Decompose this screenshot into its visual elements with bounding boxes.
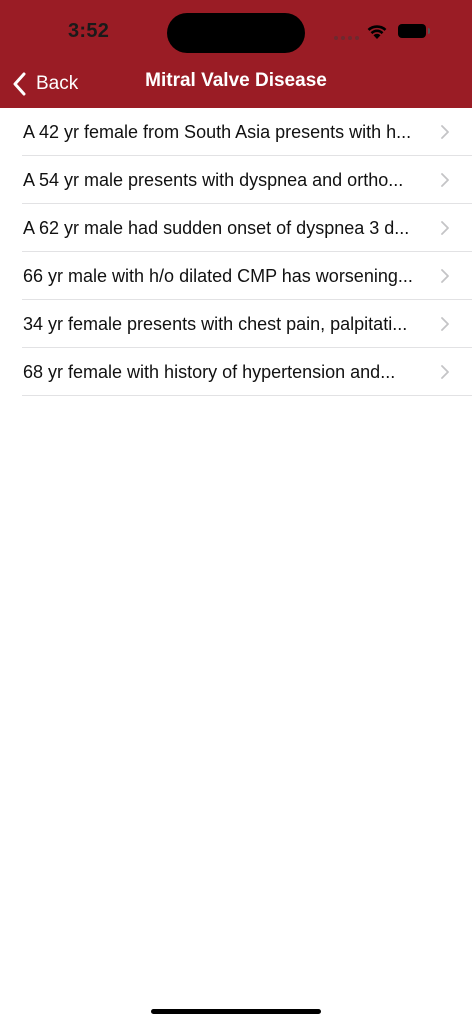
chevron-right-icon [441, 173, 449, 187]
list-item[interactable]: 34 yr female presents with chest pain, p… [0, 300, 472, 348]
list-item[interactable]: A 42 yr female from South Asia presents … [0, 108, 472, 156]
back-label: Back [36, 73, 79, 94]
dynamic-island [167, 13, 305, 53]
list-item-label: 66 yr male with h/o dilated CMP has wors… [23, 265, 413, 286]
chevron-right-icon [441, 317, 449, 331]
chevron-right-icon [441, 125, 449, 139]
home-indicator[interactable] [151, 1009, 321, 1014]
back-button[interactable]: Back [12, 68, 78, 100]
screen: 3:52 Back Mitral Valve Disease A 42 yr f… [0, 0, 472, 1024]
battery-icon [398, 24, 430, 38]
navigation-header: 3:52 Back Mitral Valve Disease [0, 0, 472, 108]
list-item-label: 68 yr female with history of hypertensio… [23, 361, 396, 382]
chevron-right-icon [441, 365, 449, 379]
status-time: 3:52 [68, 20, 110, 42]
chevron-left-icon [13, 72, 26, 96]
list-item-label: A 42 yr female from South Asia presents … [23, 121, 412, 142]
chevron-right-icon [441, 269, 449, 283]
cellular-signal-icon [334, 36, 359, 40]
list-item[interactable]: A 54 yr male presents with dyspnea and o… [0, 156, 472, 204]
list-item-label: 34 yr female presents with chest pain, p… [23, 313, 408, 334]
list-item[interactable]: 66 yr male with h/o dilated CMP has wors… [0, 252, 472, 300]
case-list: A 42 yr female from South Asia presents … [0, 108, 472, 396]
wifi-icon [367, 25, 387, 39]
list-item-label: A 62 yr male had sudden onset of dyspnea… [23, 217, 410, 238]
chevron-right-icon [441, 221, 449, 235]
list-item[interactable]: 68 yr female with history of hypertensio… [0, 348, 472, 396]
list-item-label: A 54 yr male presents with dyspnea and o… [23, 169, 404, 190]
list-item[interactable]: A 62 yr male had sudden onset of dyspnea… [0, 204, 472, 252]
